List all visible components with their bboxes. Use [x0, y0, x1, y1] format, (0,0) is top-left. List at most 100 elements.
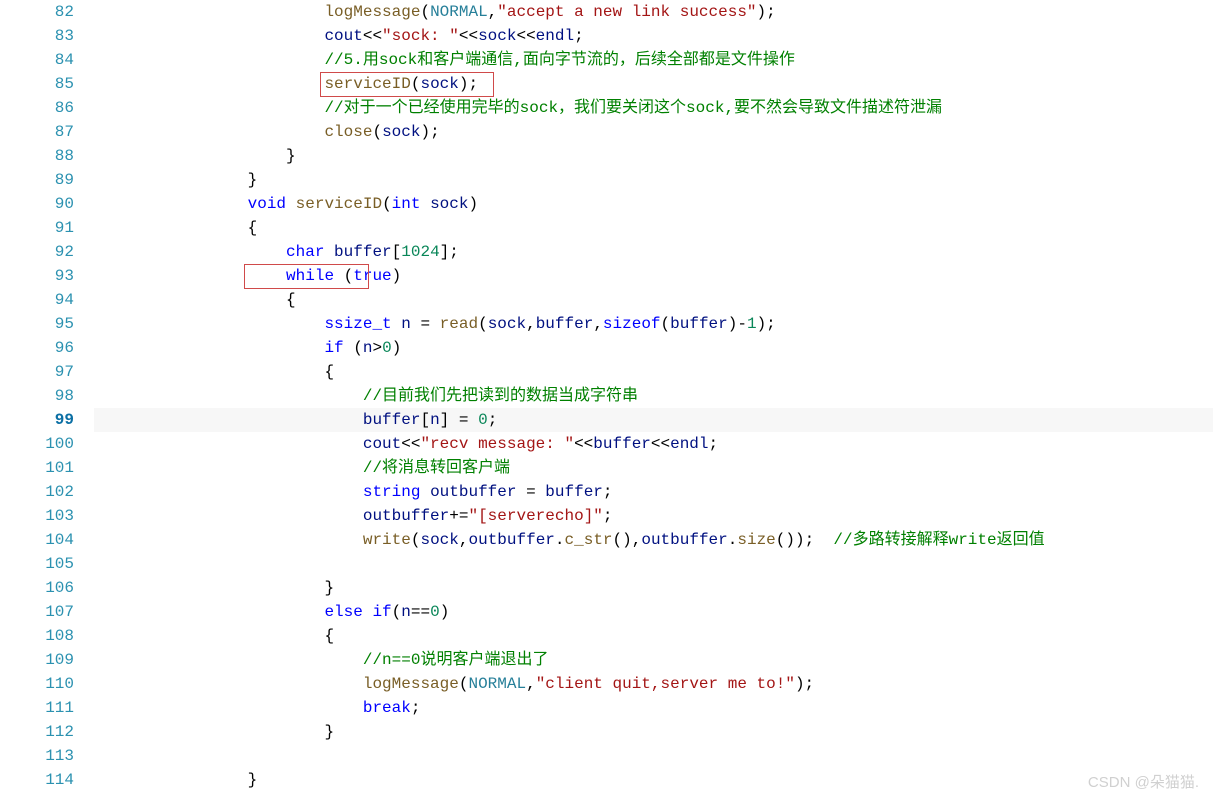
token: ;	[488, 411, 498, 429]
line-number: 94	[0, 288, 74, 312]
code-editor[interactable]: 8283848586878889909192939495969798991001…	[0, 0, 1213, 800]
code-line[interactable]: logMessage(NORMAL,"client quit,server me…	[94, 672, 1213, 696]
token: ,	[526, 315, 536, 333]
token: {	[324, 363, 334, 381]
token: (	[382, 195, 392, 213]
token: else if	[324, 603, 391, 621]
code-line[interactable]	[94, 552, 1213, 576]
token: buffer	[536, 315, 594, 333]
line-number: 82	[0, 0, 74, 24]
line-number: 112	[0, 720, 74, 744]
token: int	[392, 195, 430, 213]
token: n	[401, 603, 411, 621]
token: logMessage	[324, 3, 420, 21]
token: break	[363, 699, 411, 717]
token: sock	[382, 123, 420, 141]
code-line[interactable]: //目前我们先把读到的数据当成字符串	[94, 384, 1213, 408]
code-line[interactable]: }	[94, 576, 1213, 600]
line-number: 108	[0, 624, 74, 648]
token: ;	[603, 507, 613, 525]
token: <<	[401, 435, 420, 453]
line-number: 103	[0, 504, 74, 528]
code-line[interactable]: while (true)	[94, 264, 1213, 288]
line-number: 101	[0, 456, 74, 480]
token: buffer	[334, 243, 392, 261]
line-number: 84	[0, 48, 74, 72]
code-line[interactable]: close(sock);	[94, 120, 1213, 144]
token: =	[516, 483, 545, 501]
line-number: 92	[0, 240, 74, 264]
token: //将消息转回客户端	[363, 459, 510, 477]
token: char	[286, 243, 334, 261]
line-number: 85	[0, 72, 74, 96]
code-line[interactable]: //将消息转回客户端	[94, 456, 1213, 480]
token: )	[468, 195, 478, 213]
code-line[interactable]: logMessage(NORMAL,"accept a new link suc…	[94, 0, 1213, 24]
line-number: 113	[0, 744, 74, 768]
code-line[interactable]: buffer[n] = 0;	[94, 408, 1213, 432]
code-line[interactable]: serviceID(sock);	[94, 72, 1213, 96]
code-line[interactable]: {	[94, 360, 1213, 384]
code-line[interactable]: void serviceID(int sock)	[94, 192, 1213, 216]
token: );	[757, 3, 776, 21]
code-line[interactable]: outbuffer+="[serverecho]";	[94, 504, 1213, 528]
code-line[interactable]: {	[94, 624, 1213, 648]
code-line[interactable]: {	[94, 216, 1213, 240]
token: sock	[420, 531, 458, 549]
code-line[interactable]: break;	[94, 696, 1213, 720]
code-line[interactable]: }	[94, 768, 1213, 792]
token: <<	[363, 27, 382, 45]
code-line[interactable]: //5.用sock和客户端通信,面向字节流的，后续全部都是文件操作	[94, 48, 1213, 72]
token: "accept a new link success"	[497, 3, 756, 21]
token: ssize_t	[324, 315, 401, 333]
token: cout	[324, 27, 362, 45]
token: )	[440, 603, 450, 621]
line-number: 102	[0, 480, 74, 504]
token: serviceID	[296, 195, 382, 213]
line-number: 110	[0, 672, 74, 696]
code-line[interactable]: cout<<"recv message: "<<buffer<<endl;	[94, 432, 1213, 456]
token: ;	[574, 27, 584, 45]
token: (	[420, 3, 430, 21]
code-line[interactable]: //n==0说明客户端退出了	[94, 648, 1213, 672]
token: logMessage	[363, 675, 459, 693]
code-line[interactable]: //对于一个已经使用完毕的sock，我们要关闭这个sock,要不然会导致文件描述…	[94, 96, 1213, 120]
token: <<	[651, 435, 670, 453]
token: (	[392, 603, 402, 621]
code-line[interactable]: }	[94, 144, 1213, 168]
code-line[interactable]: {	[94, 288, 1213, 312]
line-number: 99	[0, 408, 74, 432]
code-line[interactable]: }	[94, 168, 1213, 192]
token: );	[757, 315, 776, 333]
code-line[interactable]: char buffer[1024];	[94, 240, 1213, 264]
token: ,	[488, 3, 498, 21]
code-line[interactable]: write(sock,outbuffer.c_str(),outbuffer.s…	[94, 528, 1213, 552]
token: }	[324, 579, 334, 597]
token: ,	[593, 315, 603, 333]
code-line[interactable]: ssize_t n = read(sock,buffer,sizeof(buff…	[94, 312, 1213, 336]
token: (),	[613, 531, 642, 549]
code-area[interactable]: logMessage(NORMAL,"accept a new link suc…	[94, 0, 1213, 800]
token: +=	[449, 507, 468, 525]
code-line[interactable]: }	[94, 720, 1213, 744]
token: close	[324, 123, 372, 141]
code-line[interactable]: cout<<"sock: "<<sock<<endl;	[94, 24, 1213, 48]
code-line[interactable]: if (n>0)	[94, 336, 1213, 360]
token: .	[555, 531, 565, 549]
token: )	[392, 267, 402, 285]
token: );	[459, 75, 478, 93]
token: "recv message: "	[420, 435, 574, 453]
token: //5.用sock和客户端通信,面向字节流的，后续全部都是文件操作	[324, 51, 794, 69]
token: buffer	[593, 435, 651, 453]
code-line[interactable]	[94, 744, 1213, 768]
token: endl	[536, 27, 574, 45]
code-line[interactable]: else if(n==0)	[94, 600, 1213, 624]
token: >	[372, 339, 382, 357]
line-number: 107	[0, 600, 74, 624]
code-line[interactable]: string outbuffer = buffer;	[94, 480, 1213, 504]
token: "client quit,server me to!"	[536, 675, 795, 693]
line-number: 91	[0, 216, 74, 240]
line-number: 95	[0, 312, 74, 336]
token: //对于一个已经使用完毕的sock，我们要关闭这个sock,要不然会导致文件描述…	[324, 99, 942, 117]
token: size	[737, 531, 775, 549]
